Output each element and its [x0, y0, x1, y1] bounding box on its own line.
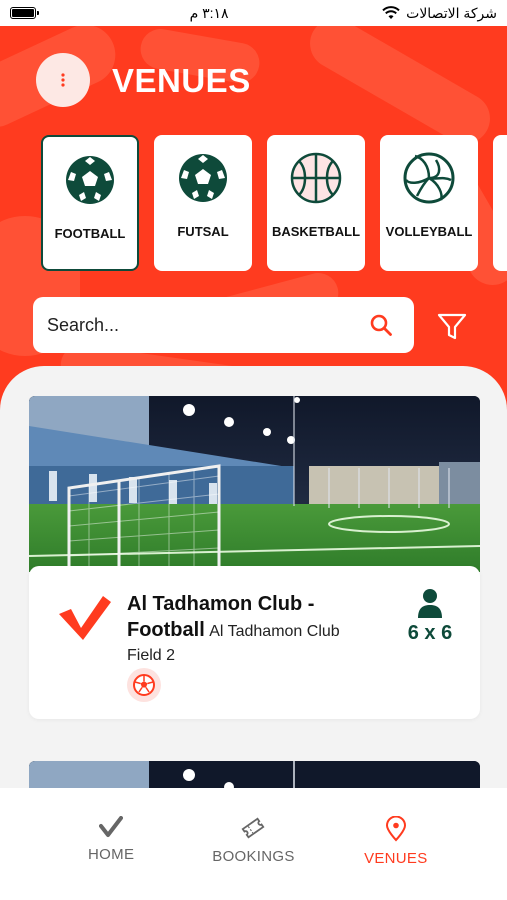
category-label: VOLLEYBALL — [385, 224, 473, 239]
carrier-name: شركة الاتصالات — [406, 4, 497, 21]
search-bar — [33, 297, 414, 353]
category-label: FUTSAL — [177, 224, 229, 239]
basketball-icon — [290, 152, 342, 204]
category-basketball[interactable]: BASKETBALL — [267, 135, 365, 271]
nav-label: BOOKINGS — [212, 848, 295, 865]
club-logo — [57, 594, 113, 647]
bottom-nav: HOME BOOKINGS VENUES — [0, 788, 507, 900]
venue-list: Al Tadhamon Club - Football Al Tadhamon … — [0, 366, 507, 826]
capacity: 6 x 6 — [404, 588, 456, 645]
volleyball-icon — [403, 152, 455, 204]
venue-photo — [29, 396, 480, 572]
category-label: BASKETBALL — [271, 224, 361, 239]
category-football[interactable]: FOOTBALL — [41, 135, 139, 271]
category-list: FOOTBALL FUTSAL BASKETBALL VOLLEYBALL — [41, 135, 507, 271]
wifi-icon — [382, 6, 400, 19]
check-icon — [99, 816, 124, 837]
nav-home[interactable]: HOME — [56, 788, 166, 900]
nav-venues[interactable]: VENUES — [341, 788, 451, 900]
football-icon — [66, 156, 114, 204]
venue-info: Al Tadhamon Club - Football Al Tadhamon … — [29, 566, 480, 719]
sport-badge — [127, 668, 161, 702]
more-vertical-icon — [61, 73, 65, 87]
battery-icon — [10, 7, 39, 19]
football-icon — [179, 154, 227, 202]
club-logo-icon — [59, 596, 111, 640]
page-title: VENUES — [112, 62, 251, 99]
category-volleyball[interactable]: VOLLEYBALL — [380, 135, 478, 271]
filter-icon — [437, 313, 467, 340]
capacity-text: 6 x 6 — [407, 622, 453, 644]
search-input[interactable] — [47, 314, 347, 336]
category-more[interactable] — [493, 135, 507, 271]
search-icon[interactable] — [370, 314, 392, 336]
menu-button[interactable] — [36, 53, 90, 107]
venue-card[interactable]: Al Tadhamon Club - Football Al Tadhamon … — [29, 396, 480, 719]
status-time: ٣:١٨ م — [189, 4, 229, 21]
location-pin-icon — [385, 816, 406, 842]
nav-bookings[interactable]: BOOKINGS — [198, 788, 308, 900]
category-label: FOOTBALL — [54, 226, 126, 241]
ticket-icon — [241, 817, 265, 839]
football-icon — [133, 674, 155, 696]
nav-label: HOME — [88, 846, 135, 863]
nav-label: VENUES — [364, 850, 428, 867]
person-icon — [418, 589, 442, 618]
category-futsal[interactable]: FUTSAL — [154, 135, 252, 271]
filter-button[interactable] — [432, 307, 472, 347]
status-bar: ٣:١٨ م شركة الاتصالات — [0, 0, 507, 26]
